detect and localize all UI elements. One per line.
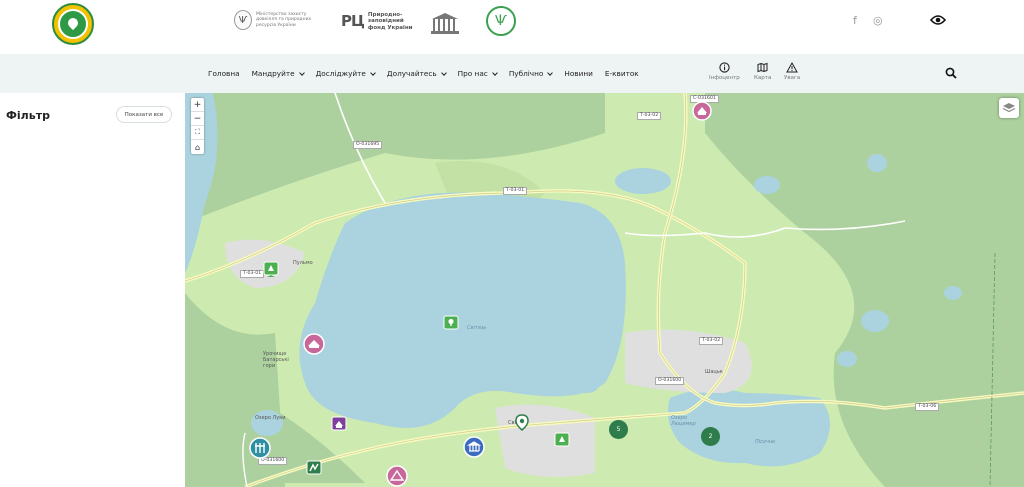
nav-item-news[interactable]: Новини bbox=[564, 69, 593, 78]
marker-cluster[interactable]: 5 bbox=[609, 420, 628, 439]
leaf-trident-icon: Ѱ bbox=[486, 6, 516, 36]
road-label: Т-03-02 bbox=[699, 337, 724, 345]
nav-item-home[interactable]: Головна bbox=[208, 69, 240, 78]
nav-item-about[interactable]: Про нас bbox=[457, 69, 498, 78]
home-button[interactable]: ⌂ bbox=[191, 140, 204, 154]
tool-label: Увага bbox=[784, 75, 801, 81]
tool-infocenter[interactable]: Інфоцентр bbox=[709, 62, 740, 81]
road-label: Т-03-02 bbox=[637, 112, 662, 120]
nav-item-label: Долучайтесь bbox=[386, 69, 437, 78]
place-label: Озеро Луки bbox=[255, 415, 286, 421]
main-nav: Головна Мандруйте Досліджуйте Долучайтес… bbox=[0, 54, 1024, 93]
filter-sidebar: Фільтр Показати все bbox=[0, 93, 185, 487]
layers-icon bbox=[1002, 103, 1016, 113]
temple-icon bbox=[431, 10, 459, 34]
eye-icon[interactable] bbox=[930, 14, 946, 26]
filter-title: Фільтр bbox=[6, 109, 50, 122]
info-icon bbox=[719, 62, 730, 73]
nav-item-eticket[interactable]: Е-квиток bbox=[605, 69, 639, 78]
show-all-button[interactable]: Показати все bbox=[116, 106, 172, 123]
partner-nfu-text: Природно-заповідний фонд України bbox=[367, 12, 413, 31]
nav-item-join[interactable]: Долучайтесь bbox=[386, 69, 447, 78]
zoom-in-button[interactable]: + bbox=[191, 98, 204, 112]
tool-label: Інфоцентр bbox=[709, 75, 740, 81]
road-label: Т-03-01 bbox=[240, 270, 265, 278]
map-view[interactable]: + − ⛶ ⌂ С-031601 Т-03-02 О-031695 Т-03-0… bbox=[185, 93, 1024, 487]
nav-item-label: Головна bbox=[208, 69, 240, 78]
lake-label: Світязь bbox=[467, 325, 487, 331]
nav-item-label: Новини bbox=[564, 69, 593, 78]
chevron-down-icon bbox=[547, 69, 554, 76]
campsite-marker[interactable] bbox=[554, 432, 570, 450]
top-header: Ѱ Міністерство захисту довкілля та приро… bbox=[0, 0, 1024, 54]
place-label: Пульмо bbox=[293, 260, 313, 266]
facebook-icon[interactable]: f bbox=[853, 14, 857, 27]
map-base-layer bbox=[185, 93, 1024, 487]
partner-ministry[interactable]: Ѱ Міністерство захисту довкілля та приро… bbox=[234, 10, 318, 30]
partner-ministry-text: Міністерство захисту довкілля та природн… bbox=[256, 12, 312, 28]
nav-item-label: Публічно bbox=[508, 69, 544, 78]
partner-eco[interactable]: Ѱ bbox=[486, 6, 516, 36]
nav-item-public[interactable]: Публічно bbox=[508, 69, 554, 78]
viewpoint-marker[interactable] bbox=[249, 437, 271, 459]
tent-marker[interactable] bbox=[386, 465, 408, 487]
nav-item-explore[interactable]: Досліджуйте bbox=[315, 69, 376, 78]
nav-item-label: Мандруйте bbox=[251, 69, 295, 78]
nav-item-label: Е-квиток bbox=[604, 69, 639, 78]
nav-item-label: Про нас bbox=[457, 69, 488, 78]
place-label: Шацьк bbox=[705, 369, 723, 375]
lodging-marker[interactable] bbox=[331, 416, 347, 434]
marker-cluster[interactable]: 2 bbox=[701, 427, 720, 446]
zoom-control: + − ⛶ ⌂ bbox=[191, 98, 204, 154]
chevron-down-icon bbox=[491, 69, 498, 76]
chevron-down-icon bbox=[370, 69, 376, 76]
park-logo[interactable] bbox=[52, 3, 94, 45]
search-icon[interactable] bbox=[945, 67, 957, 79]
partner-unesco[interactable] bbox=[431, 10, 459, 34]
tool-map[interactable]: Карта bbox=[754, 62, 771, 81]
nav-item-label: Досліджуйте bbox=[315, 69, 366, 78]
road-label: О-031600 bbox=[655, 377, 685, 385]
park-logo-mark bbox=[58, 9, 88, 39]
lake-label: Пісочне bbox=[755, 439, 776, 445]
partner-nfu[interactable]: РЦ Природно-заповідний фонд України bbox=[341, 12, 418, 31]
landmark-marker[interactable] bbox=[443, 315, 459, 333]
trident-icon: Ѱ bbox=[234, 10, 252, 30]
road-label: Т-03-06 bbox=[915, 403, 940, 411]
nav-menu: Головна Мандруйте Досліджуйте Долучайтес… bbox=[208, 69, 639, 78]
instagram-icon[interactable]: ◎ bbox=[873, 14, 883, 27]
chevron-down-icon bbox=[440, 69, 447, 76]
location-pin-marker[interactable] bbox=[515, 414, 529, 431]
road-label: О-031695 bbox=[353, 141, 383, 149]
nav-item-travel[interactable]: Мандруйте bbox=[251, 69, 305, 78]
layers-button[interactable] bbox=[999, 98, 1019, 118]
zoom-out-button[interactable]: − bbox=[191, 112, 204, 126]
fullscreen-button[interactable]: ⛶ bbox=[191, 126, 204, 140]
museum-marker[interactable] bbox=[463, 436, 485, 458]
info-center-marker[interactable] bbox=[692, 101, 712, 121]
road-label: Т-03-01 bbox=[503, 187, 528, 195]
trail-marker[interactable] bbox=[306, 460, 322, 478]
campsite-marker[interactable] bbox=[263, 261, 279, 279]
place-label: Урочище Батарські гори bbox=[263, 351, 289, 369]
tool-label: Карта bbox=[754, 75, 772, 81]
tool-warning[interactable]: Увага bbox=[784, 62, 800, 81]
map-icon bbox=[757, 62, 768, 73]
warning-icon bbox=[786, 62, 798, 73]
chevron-down-icon bbox=[298, 69, 305, 76]
lake-label: Озеро Люцимер bbox=[671, 415, 696, 427]
shelter-marker[interactable] bbox=[303, 333, 325, 355]
nfu-logo-mark: РЦ bbox=[341, 12, 365, 31]
